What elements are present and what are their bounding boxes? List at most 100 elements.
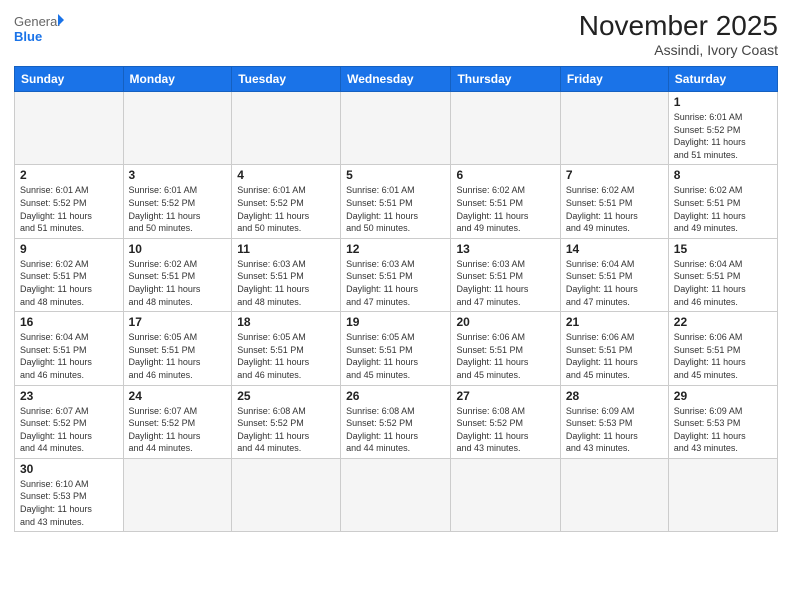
calendar-cell — [123, 458, 232, 531]
day-info: Sunrise: 6:08 AM Sunset: 5:52 PM Dayligh… — [237, 405, 335, 455]
calendar-cell: 20 Sunrise: 6:06 AM Sunset: 5:51 PM Dayli… — [451, 312, 560, 385]
calendar-cell: 21Sunrise: 6:06 AM Sunset: 5:51 PM Dayli… — [560, 312, 668, 385]
calendar-cell: 13Sunrise: 6:03 AM Sunset: 5:51 PM Dayli… — [451, 238, 560, 311]
calendar-cell — [15, 92, 124, 165]
calendar-cell — [451, 458, 560, 531]
calendar-cell: 29Sunrise: 6:09 AM Sunset: 5:53 PM Dayli… — [668, 385, 777, 458]
calendar-cell: 5Sunrise: 6:01 AM Sunset: 5:51 PM Daylig… — [341, 165, 451, 238]
day-number: 20 — [456, 315, 554, 329]
day-number: 22 — [674, 315, 772, 329]
day-info: Sunrise: 6:07 AM Sunset: 5:52 PM Dayligh… — [20, 405, 118, 455]
day-info: Sunrise: 6:04 AM Sunset: 5:51 PM Dayligh… — [674, 258, 772, 308]
day-number: 13 — [456, 242, 554, 256]
day-number: 23 — [20, 389, 118, 403]
page-title: November 2025 — [579, 10, 778, 42]
day-number: 3 — [129, 168, 227, 182]
logo-svg: General Blue — [14, 10, 64, 50]
page-subtitle: Assindi, Ivory Coast — [579, 42, 778, 58]
day-info: Sunrise: 6:02 AM Sunset: 5:51 PM Dayligh… — [129, 258, 227, 308]
header-thursday: Thursday — [451, 67, 560, 92]
day-info: Sunrise: 6:06 AM Sunset: 5:51 PM Dayligh… — [456, 331, 554, 381]
week-row-4: 16 Sunrise: 6:04 AM Sunset: 5:51 PM Dayli… — [15, 312, 778, 385]
day-number: 8 — [674, 168, 772, 182]
week-row-6: 30 Sunrise: 6:10 AM Sunset: 5:53 PM Dayli… — [15, 458, 778, 531]
calendar-cell: 24Sunrise: 6:07 AM Sunset: 5:52 PM Dayli… — [123, 385, 232, 458]
day-info: Sunrise: 6:02 AM Sunset: 5:51 PM Dayligh… — [674, 184, 772, 234]
day-number: 27 — [456, 389, 554, 403]
calendar-cell: 22 Sunrise: 6:06 AM Sunset: 5:51 PM Dayli… — [668, 312, 777, 385]
day-info: Sunrise: 6:03 AM Sunset: 5:51 PM Dayligh… — [346, 258, 445, 308]
day-info: Sunrise: 6:01 AM Sunset: 5:52 PM Dayligh… — [674, 111, 772, 161]
week-row-2: 2 Sunrise: 6:01 AM Sunset: 5:52 PM Daylig… — [15, 165, 778, 238]
week-row-5: 23 Sunrise: 6:07 AM Sunset: 5:52 PM Dayli… — [15, 385, 778, 458]
calendar-cell: 30 Sunrise: 6:10 AM Sunset: 5:53 PM Dayli… — [15, 458, 124, 531]
day-info: Sunrise: 6:01 AM Sunset: 5:52 PM Dayligh… — [20, 184, 118, 234]
day-info: Sunrise: 6:10 AM Sunset: 5:53 PM Dayligh… — [20, 478, 118, 528]
day-info: Sunrise: 6:02 AM Sunset: 5:51 PM Dayligh… — [456, 184, 554, 234]
day-info: Sunrise: 6:01 AM Sunset: 5:52 PM Dayligh… — [237, 184, 335, 234]
header-tuesday: Tuesday — [232, 67, 341, 92]
calendar-cell: 16 Sunrise: 6:04 AM Sunset: 5:51 PM Dayli… — [15, 312, 124, 385]
calendar-cell: 25 Sunrise: 6:08 AM Sunset: 5:52 PM Dayli… — [232, 385, 341, 458]
calendar-cell: 4 Sunrise: 6:01 AM Sunset: 5:52 PM Daylig… — [232, 165, 341, 238]
calendar-table: SundayMondayTuesdayWednesdayThursdayFrid… — [14, 66, 778, 532]
calendar-cell: 10Sunrise: 6:02 AM Sunset: 5:51 PM Dayli… — [123, 238, 232, 311]
day-number: 1 — [674, 95, 772, 109]
calendar-cell: 26Sunrise: 6:08 AM Sunset: 5:52 PM Dayli… — [341, 385, 451, 458]
day-info: Sunrise: 6:05 AM Sunset: 5:51 PM Dayligh… — [237, 331, 335, 381]
day-number: 16 — [20, 315, 118, 329]
calendar-cell — [451, 92, 560, 165]
header-monday: Monday — [123, 67, 232, 92]
calendar-cell — [232, 458, 341, 531]
day-number: 5 — [346, 168, 445, 182]
calendar-cell — [560, 458, 668, 531]
day-info: Sunrise: 6:03 AM Sunset: 5:51 PM Dayligh… — [237, 258, 335, 308]
calendar-cell — [232, 92, 341, 165]
calendar-cell: 7Sunrise: 6:02 AM Sunset: 5:51 PM Daylig… — [560, 165, 668, 238]
day-info: Sunrise: 6:01 AM Sunset: 5:52 PM Dayligh… — [129, 184, 227, 234]
day-info: Sunrise: 6:05 AM Sunset: 5:51 PM Dayligh… — [129, 331, 227, 381]
calendar-cell: 2 Sunrise: 6:01 AM Sunset: 5:52 PM Daylig… — [15, 165, 124, 238]
calendar-cell — [668, 458, 777, 531]
day-number: 17 — [129, 315, 227, 329]
calendar-cell: 18Sunrise: 6:05 AM Sunset: 5:51 PM Dayli… — [232, 312, 341, 385]
day-info: Sunrise: 6:08 AM Sunset: 5:52 PM Dayligh… — [346, 405, 445, 455]
logo: General Blue — [14, 10, 64, 50]
calendar-cell: 23 Sunrise: 6:07 AM Sunset: 5:52 PM Dayli… — [15, 385, 124, 458]
day-number: 9 — [20, 242, 118, 256]
day-number: 24 — [129, 389, 227, 403]
calendar-cell: 11Sunrise: 6:03 AM Sunset: 5:51 PM Dayli… — [232, 238, 341, 311]
calendar-cell: 1 Sunrise: 6:01 AM Sunset: 5:52 PM Daylig… — [668, 92, 777, 165]
calendar-cell — [341, 458, 451, 531]
day-info: Sunrise: 6:05 AM Sunset: 5:51 PM Dayligh… — [346, 331, 445, 381]
day-number: 30 — [20, 462, 118, 476]
calendar-cell: 15 Sunrise: 6:04 AM Sunset: 5:51 PM Dayli… — [668, 238, 777, 311]
day-info: Sunrise: 6:02 AM Sunset: 5:51 PM Dayligh… — [566, 184, 663, 234]
calendar-cell: 19 Sunrise: 6:05 AM Sunset: 5:51 PM Dayli… — [341, 312, 451, 385]
day-info: Sunrise: 6:08 AM Sunset: 5:52 PM Dayligh… — [456, 405, 554, 455]
day-number: 29 — [674, 389, 772, 403]
title-block: November 2025 Assindi, Ivory Coast — [579, 10, 778, 58]
calendar-cell — [123, 92, 232, 165]
week-row-3: 9 Sunrise: 6:02 AM Sunset: 5:51 PM Daylig… — [15, 238, 778, 311]
day-number: 15 — [674, 242, 772, 256]
header: General Blue November 2025 Assindi, Ivor… — [14, 10, 778, 58]
calendar-cell — [560, 92, 668, 165]
svg-text:General: General — [14, 14, 60, 29]
day-info: Sunrise: 6:04 AM Sunset: 5:51 PM Dayligh… — [566, 258, 663, 308]
day-number: 2 — [20, 168, 118, 182]
calendar-cell: 27 Sunrise: 6:08 AM Sunset: 5:52 PM Dayli… — [451, 385, 560, 458]
day-info: Sunrise: 6:04 AM Sunset: 5:51 PM Dayligh… — [20, 331, 118, 381]
header-sunday: Sunday — [15, 67, 124, 92]
day-info: Sunrise: 6:06 AM Sunset: 5:51 PM Dayligh… — [674, 331, 772, 381]
day-number: 19 — [346, 315, 445, 329]
day-number: 4 — [237, 168, 335, 182]
calendar-header-row: SundayMondayTuesdayWednesdayThursdayFrid… — [15, 67, 778, 92]
day-info: Sunrise: 6:09 AM Sunset: 5:53 PM Dayligh… — [566, 405, 663, 455]
calendar-cell: 8 Sunrise: 6:02 AM Sunset: 5:51 PM Daylig… — [668, 165, 777, 238]
day-number: 25 — [237, 389, 335, 403]
calendar-cell: 14Sunrise: 6:04 AM Sunset: 5:51 PM Dayli… — [560, 238, 668, 311]
week-row-1: 1 Sunrise: 6:01 AM Sunset: 5:52 PM Daylig… — [15, 92, 778, 165]
svg-text:Blue: Blue — [14, 29, 42, 44]
day-number: 28 — [566, 389, 663, 403]
